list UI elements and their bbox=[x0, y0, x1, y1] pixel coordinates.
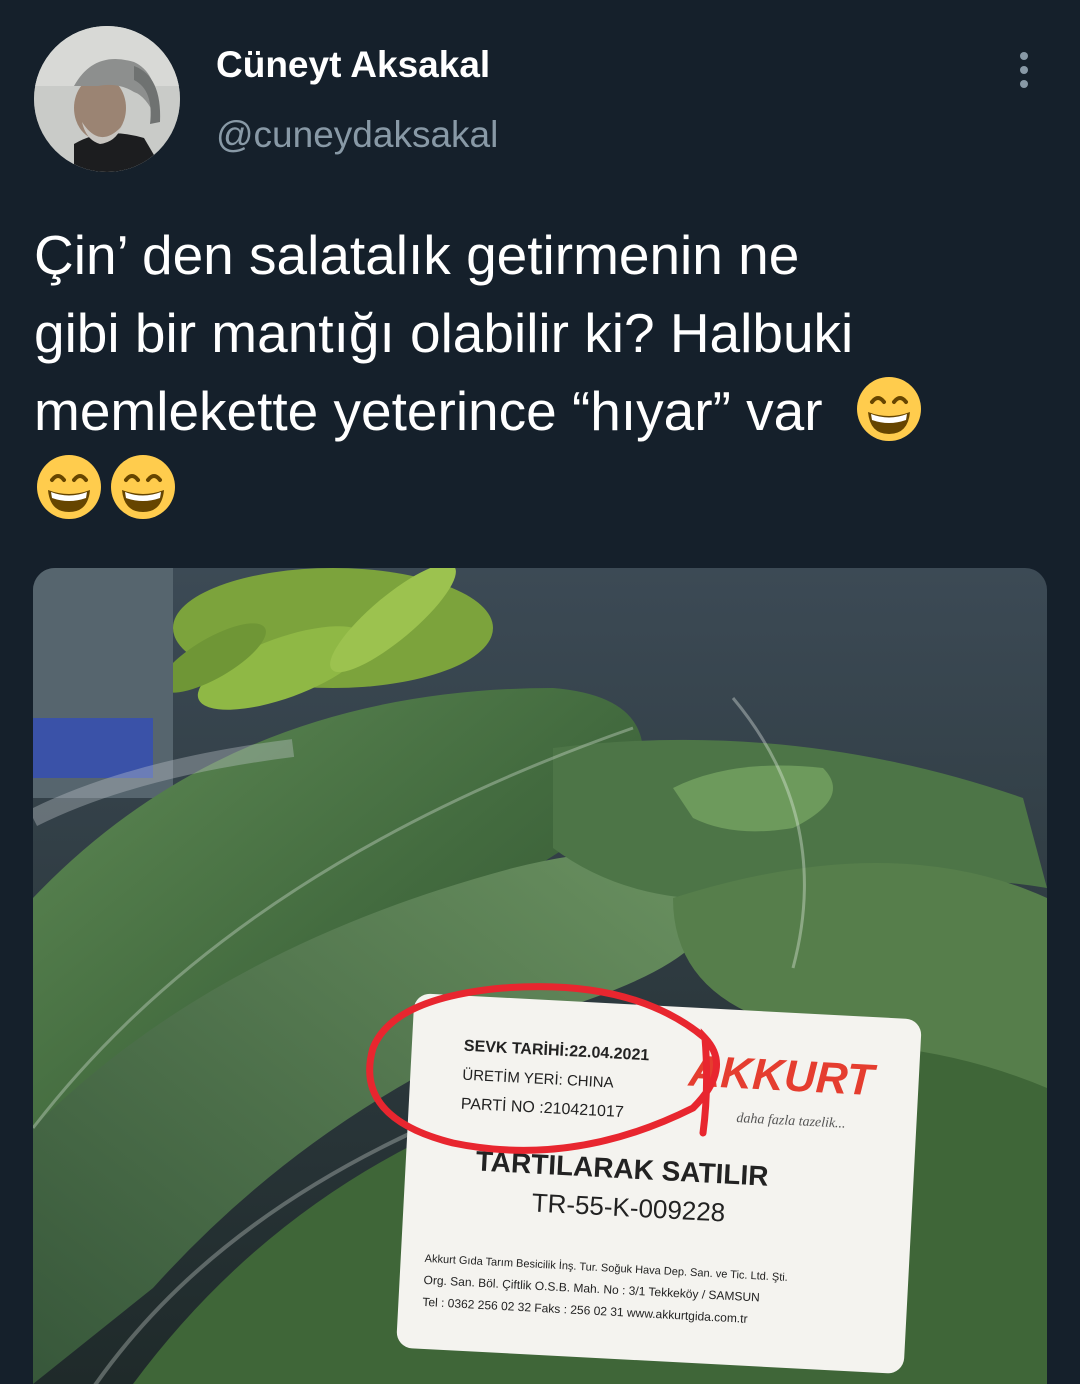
author-handle[interactable]: @cuneydaksakal bbox=[216, 114, 498, 156]
tweet-photo[interactable]: SEVK TARİHİ:22.04.2021 ÜRETİM YERİ: CHIN… bbox=[33, 568, 1047, 1384]
tweet-text-line: gibi bir mantığı olabilir ki? Halbuki bbox=[34, 302, 854, 364]
grinning-face-emoji-icon bbox=[856, 377, 921, 441]
avatar[interactable] bbox=[34, 26, 180, 172]
more-options-icon[interactable] bbox=[1004, 46, 1044, 94]
grinning-face-emoji-icon bbox=[111, 455, 175, 519]
grinning-face-emoji-icon bbox=[37, 455, 101, 519]
tweet-text: Çin’ den salatalık getirmenin ne gibi bi… bbox=[34, 216, 1044, 450]
emoji-row bbox=[36, 454, 184, 520]
tweet: Cüneyt Aksakal @cuneydaksakal Çin’ den s… bbox=[0, 0, 1080, 1384]
author-name[interactable]: Cüneyt Aksakal bbox=[216, 44, 490, 86]
tweet-text-line: memlekette yeterince “hıyar” var bbox=[34, 372, 1044, 450]
tweet-text-line: Çin’ den salatalık getirmenin ne bbox=[34, 224, 800, 286]
